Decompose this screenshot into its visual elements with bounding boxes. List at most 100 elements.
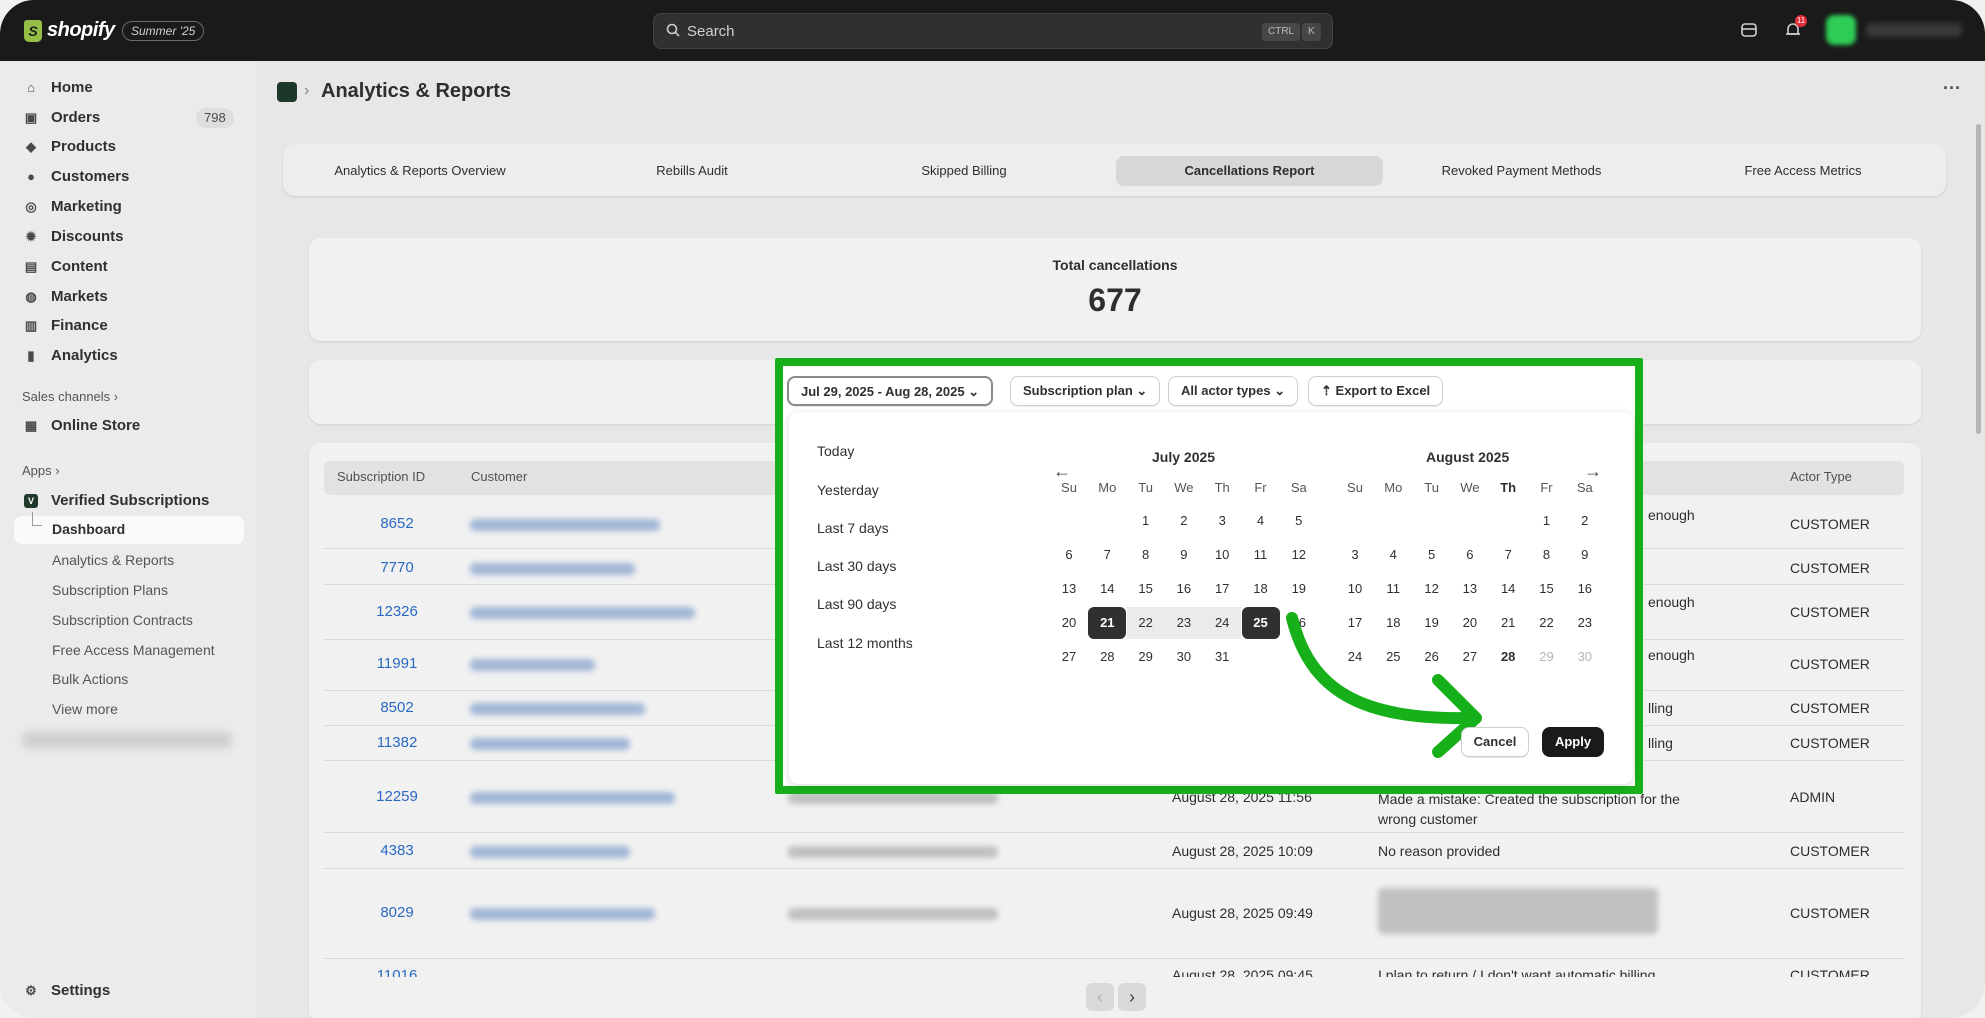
sidebar-item-home[interactable]: ⌂ Home (22, 75, 242, 101)
calendar-day[interactable]: 15 (1127, 573, 1165, 605)
calendar-day[interactable]: 7 (1489, 539, 1527, 571)
calendar-day[interactable]: 23 (1566, 607, 1604, 639)
avatar[interactable] (1826, 15, 1856, 45)
calendar-day[interactable]: 25 (1241, 607, 1280, 639)
weekday-label: Tu (1424, 480, 1439, 495)
calendar-day[interactable]: 31 (1203, 641, 1241, 673)
weekday-label: Th (1214, 480, 1230, 495)
calendar-day[interactable]: 23 (1164, 607, 1203, 639)
next-month-arrow-icon[interactable]: → (1584, 461, 1602, 482)
brand-name[interactable]: shopify (47, 19, 115, 42)
sidebar-subitem-analytics[interactable]: Analytics & Reports (52, 552, 174, 568)
sidebar-subitem-bulk-actions[interactable]: Bulk Actions (52, 671, 128, 687)
calendar-day[interactable]: 5 (1413, 539, 1451, 571)
chevron-down-icon: ⌄ (1136, 383, 1148, 398)
calendar-day[interactable]: 24 (1203, 607, 1242, 639)
sidebar-item-content[interactable]: ▤ Content (22, 254, 242, 280)
calendar-day[interactable]: 19 (1280, 573, 1318, 605)
sidebar-item-finance[interactable]: ▥ Finance (22, 313, 242, 339)
calendar-day[interactable]: 29 (1127, 641, 1165, 673)
calendar-day[interactable]: 7 (1088, 539, 1126, 571)
preset-yesterday[interactable]: Yesterday (817, 482, 879, 498)
calendar-day[interactable]: 12 (1280, 539, 1318, 571)
sidebar-item-products[interactable]: ◆ Products (22, 134, 242, 160)
calendar-day[interactable]: 4 (1242, 505, 1280, 537)
sidebar-subitem-contracts[interactable]: Subscription Contracts (52, 612, 193, 628)
calendar-day[interactable]: 2 (1566, 505, 1604, 537)
storefront-icon[interactable] (1738, 19, 1760, 41)
calendar-day[interactable]: 12 (1413, 573, 1451, 605)
calendar-day[interactable]: 17 (1203, 573, 1241, 605)
calendar-day[interactable]: 13 (1050, 573, 1088, 605)
search-icon (666, 23, 680, 37)
calendar-day[interactable]: 11 (1374, 573, 1412, 605)
sidebar-subitem-free-access[interactable]: Free Access Management (52, 642, 215, 658)
calendar-day[interactable]: 2 (1165, 505, 1203, 537)
date-range-button[interactable]: Jul 29, 2025 - Aug 28, 2025 ⌄ (787, 376, 994, 406)
apply-button[interactable]: Apply (1542, 727, 1604, 757)
preset-last-7-days[interactable]: Last 7 days (817, 520, 889, 536)
calendar-day[interactable]: 8 (1127, 539, 1165, 571)
calendar-day[interactable]: 30 (1566, 641, 1604, 673)
sidebar-subitem-plans[interactable]: Subscription Plans (52, 582, 168, 598)
calendar-day[interactable]: 21 (1088, 607, 1127, 639)
sidebar-item-online-store[interactable]: ▦ Online Store (22, 413, 242, 439)
sidebar-item-marketing[interactable]: ◎ Marketing (22, 194, 242, 220)
actor-type-filter[interactable]: All actor types ⌄ (1168, 376, 1299, 406)
calendar-day[interactable]: 3 (1203, 505, 1241, 537)
calendar-day[interactable]: 22 (1126, 607, 1165, 639)
search-bar[interactable]: Search CTRL K (653, 13, 1333, 49)
prev-month-arrow-icon[interactable]: ← (1053, 461, 1071, 482)
calendar-day[interactable]: 15 (1528, 573, 1566, 605)
calendar-day[interactable]: 30 (1165, 641, 1203, 673)
sidebar-item-settings[interactable]: ⚙ Settings (22, 978, 242, 1004)
preset-last-30-days[interactable]: Last 30 days (817, 558, 896, 574)
sidebar-item-label: Discounts (51, 228, 124, 245)
sidebar-subitem-dashboard[interactable]: Dashboard (52, 521, 125, 537)
sidebar-item-discounts[interactable]: ✹ Discounts (22, 224, 242, 250)
calendar-day[interactable]: 9 (1566, 539, 1604, 571)
calendar-day[interactable]: 14 (1088, 573, 1126, 605)
store-icon: ▦ (24, 418, 38, 433)
calendar-day[interactable]: 27 (1050, 641, 1088, 673)
apps-label[interactable]: Apps › (22, 463, 60, 478)
export-excel-button[interactable]: ⇡ Export to Excel (1308, 376, 1444, 406)
calendar-day[interactable]: 8 (1528, 539, 1566, 571)
cancel-button[interactable]: Cancel (1461, 727, 1529, 757)
calendar-day[interactable]: 16 (1165, 573, 1203, 605)
subscription-plan-filter[interactable]: Subscription plan ⌄ (1010, 376, 1161, 406)
calendar-day[interactable]: 22 (1528, 607, 1566, 639)
calendar-day[interactable]: 13 (1451, 573, 1489, 605)
calendar-day[interactable]: 20 (1050, 607, 1088, 639)
calendar-day[interactable]: 18 (1242, 573, 1280, 605)
preset-last-90-days[interactable]: Last 90 days (817, 596, 896, 612)
calendar-day[interactable]: 9 (1165, 539, 1203, 571)
calendar-day[interactable]: 10 (1336, 573, 1374, 605)
calendar-day[interactable]: 6 (1050, 539, 1088, 571)
sidebar-item-markets[interactable]: ◍ Markets (22, 284, 242, 310)
calendar-day[interactable]: 5 (1280, 505, 1318, 537)
shopify-logo-icon[interactable]: S (24, 20, 42, 42)
preset-today[interactable]: Today (817, 443, 854, 459)
calendar-day[interactable]: 6 (1451, 539, 1489, 571)
calendar-day[interactable]: 1 (1528, 505, 1566, 537)
calendar-day[interactable]: 1 (1127, 505, 1165, 537)
calendar-day[interactable]: 14 (1489, 573, 1527, 605)
edition-badge[interactable]: Summer '25 (122, 21, 205, 41)
sidebar-subitem-view-more[interactable]: View more (52, 701, 118, 717)
calendar-day[interactable]: 3 (1336, 539, 1374, 571)
calendar-day[interactable]: 29 (1528, 641, 1566, 673)
preset-last-12-months[interactable]: Last 12 months (817, 635, 913, 651)
calendar-day[interactable]: 28 (1088, 641, 1126, 673)
account-name-redacted[interactable] (1866, 23, 1962, 37)
sales-channels-label[interactable]: Sales channels › (22, 389, 118, 404)
sidebar-item-customers[interactable]: ● Customers (22, 164, 242, 190)
sidebar-item-analytics[interactable]: ▮ Analytics (22, 343, 242, 369)
sidebar-item-verified-subscriptions[interactable]: V Verified Subscriptions (22, 488, 242, 514)
calendar-day[interactable]: 11 (1242, 539, 1280, 571)
sidebar-item-label: Settings (51, 982, 111, 999)
weekday-label: Mo (1098, 480, 1117, 495)
calendar-day[interactable]: 4 (1374, 539, 1412, 571)
calendar-day[interactable]: 16 (1566, 573, 1604, 605)
calendar-day[interactable]: 10 (1203, 539, 1241, 571)
